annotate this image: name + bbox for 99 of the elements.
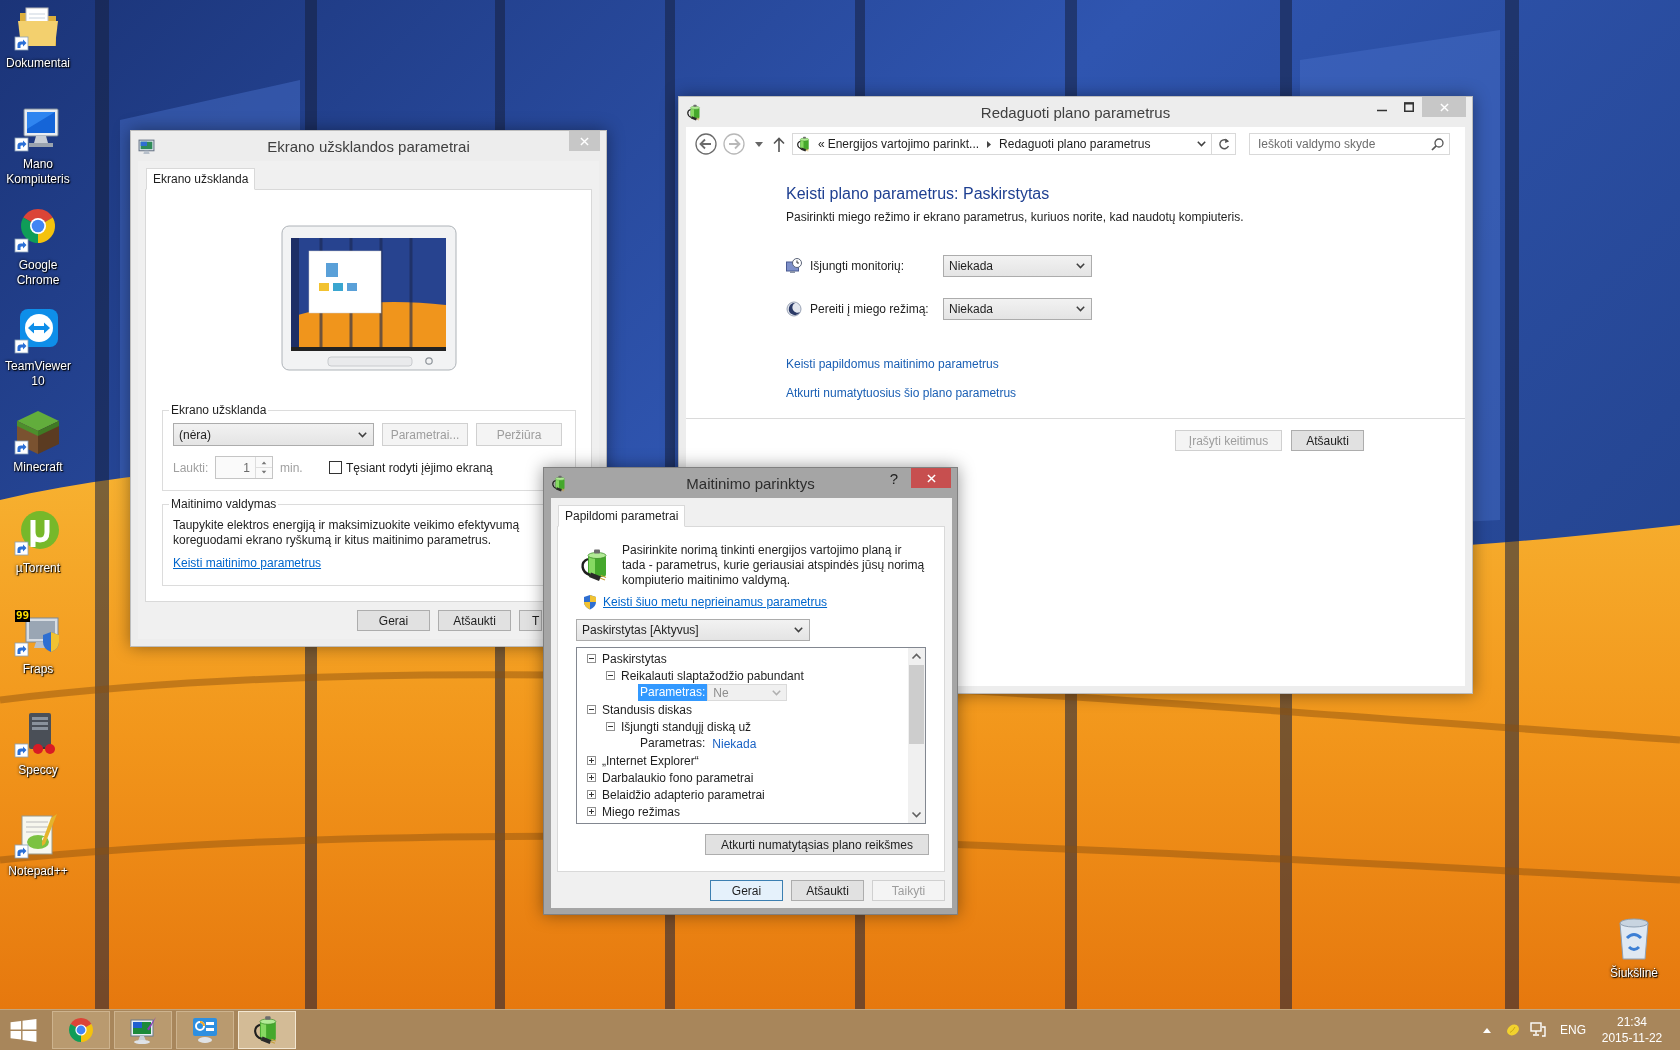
text-link[interactable]: Atkurti numatytuosius šio plano parametrus: [786, 386, 1017, 401]
window-title: Ekrano užsklandos parametrai: [267, 137, 470, 155]
refresh-icon: [1217, 138, 1230, 150]
breadcrumb-separator-icon[interactable]: [987, 140, 992, 148]
expand-icon[interactable]: [587, 773, 596, 782]
tree-item[interactable]: Belaidžio adapterio parametrai: [600, 786, 767, 803]
page-heading: Keisti plano parametrus: Paskirstytas: [786, 184, 1050, 204]
scrollbar-thumb[interactable]: [909, 665, 924, 744]
dialog-button[interactable]: Atšaukti: [1291, 430, 1364, 451]
desktop-shortcut[interactable]: Mano Kompiuteris: [1, 105, 75, 187]
tree-item[interactable]: Reikalauti slaptažodžio pabundant: [619, 667, 806, 684]
dropdown[interactable]: (nėra): [173, 423, 374, 446]
start-icon[interactable]: [10, 1018, 37, 1042]
tree-item[interactable]: „Internet Explorer“: [600, 752, 701, 769]
help-button[interactable]: ?: [887, 468, 900, 488]
refresh-button[interactable]: [1212, 133, 1236, 155]
shield-icon: [582, 594, 598, 610]
dropdown[interactable]: Paskirstytas [Aktyvus]: [576, 619, 810, 641]
chevron-down-icon: [358, 431, 367, 438]
tree-item[interactable]: Darbalaukio fono parametrai: [600, 769, 756, 786]
desktop-shortcut[interactable]: Minecraft: [13, 408, 63, 475]
window-title: Maitinimo parinktys: [686, 474, 815, 492]
grass-block-icon: [14, 408, 62, 456]
close-icon: [580, 136, 589, 146]
moon-icon: [786, 301, 802, 317]
battery-plug-icon: [551, 474, 568, 492]
battery-plug-icon: [796, 136, 812, 152]
chevron-down-icon: [1076, 263, 1085, 269]
close-icon: [1439, 102, 1449, 112]
setting-label: Išjungti monitorių:: [810, 259, 906, 273]
setting-label: Pereiti į miego režimą:: [810, 302, 930, 316]
text-link[interactable]: Keisti šiuo metu neprieinamus parametrus: [603, 594, 828, 610]
spin-arrows-icon: [255, 457, 272, 478]
close-icon: [926, 473, 936, 483]
close-button[interactable]: [911, 468, 951, 488]
tree-item[interactable]: Išjungti standųjį diską už: [619, 718, 754, 735]
window-title: Redaguoti plano parametrus: [980, 103, 1171, 121]
monitor-icon: [138, 137, 155, 155]
collapse-icon[interactable]: [587, 705, 596, 714]
description-text: Pasirinkti miego režimo ir ekrano parametrus, kuriuos norite, kad naudotų kompiuteris.: [786, 210, 1244, 225]
taskbar-button[interactable]: [114, 1011, 172, 1049]
address-bar[interactable]: « Energijos vartojimo parinkt... Redaguoti plano parametrus: [792, 133, 1212, 155]
desktop-shortcut[interactable]: TeamViewer 10: [1, 307, 75, 389]
up-arrow-icon[interactable]: [773, 136, 785, 152]
network-icon[interactable]: [1530, 1022, 1546, 1038]
desktop-shortcut[interactable]: Google Chrome: [1, 206, 75, 288]
maximize-icon[interactable]: [1404, 102, 1414, 112]
chevron-down-icon: [1076, 306, 1085, 312]
dialog-button[interactable]: Gerai: [710, 880, 783, 901]
collapse-icon[interactable]: [606, 722, 615, 731]
circle-logo-icon: [14, 509, 62, 557]
collapse-icon[interactable]: [606, 671, 615, 680]
dialog-button[interactable]: Gerai: [357, 610, 430, 631]
tree-item[interactable]: Paskirstytas: [600, 650, 669, 667]
dashboard-screen-icon: [190, 1015, 220, 1045]
collapse-icon[interactable]: [587, 654, 596, 663]
dropdown[interactable]: Niekada: [943, 255, 1092, 277]
breadcrumb-overflow[interactable]: «: [818, 137, 825, 151]
breadcrumb[interactable]: Energijos vartojimo parinkt...: [827, 137, 980, 151]
dialog-button[interactable]: Atšaukti: [791, 880, 864, 901]
history-caret-icon[interactable]: [755, 141, 763, 147]
desktop-shortcut[interactable]: Dokumentai: [6, 4, 70, 71]
monitor-icon: [14, 105, 62, 153]
monitor-clock-icon: [786, 258, 802, 274]
tab[interactable]: Papildomi parametrai: [558, 505, 686, 527]
expand-icon[interactable]: [587, 756, 596, 765]
dialog-button[interactable]: Atšaukti: [438, 610, 511, 631]
tree-item[interactable]: Standusis diskas: [600, 701, 695, 718]
search-icon[interactable]: [1431, 137, 1444, 151]
expand-icon[interactable]: [587, 790, 596, 799]
group-title: Ekrano užsklanda: [170, 403, 268, 417]
unit-label: min.: [280, 460, 304, 475]
battery-plug-icon: [686, 103, 703, 121]
checkbox-label[interactable]: Tęsiant rodyti įėjimo ekraną: [346, 460, 493, 475]
back-icon[interactable]: [695, 133, 717, 155]
chevron-down-icon: [794, 627, 803, 633]
dialog-button[interactable]: T: [519, 610, 542, 631]
tab[interactable]: Ekrano užsklanda: [146, 168, 256, 190]
chevron-down-icon: [772, 689, 782, 696]
field-label: Laukti:: [173, 460, 210, 475]
chevron-down-icon[interactable]: [1197, 141, 1206, 147]
desktop-shortcut[interactable]: 99 Fraps: [14, 610, 62, 677]
intro-text: Pasirinkite norimą tinkinti energijos vartojimo planą ir tada - parametrus, kurie geriausiai atspindės jūsų norimą kompiuterio maitinimo valdymą.: [622, 543, 926, 588]
segmented-circle-icon: [66, 1015, 96, 1045]
text-link[interactable]: Keisti maitinimo parametrus: [173, 556, 322, 571]
expand-icon[interactable]: [587, 807, 596, 816]
setting-label[interactable]: Parametras:: [638, 735, 708, 752]
checkbox[interactable]: [329, 461, 342, 474]
tree-item[interactable]: Miego režimas: [600, 803, 683, 820]
dropdown[interactable]: Niekada: [943, 298, 1092, 320]
description-text: Taupykite elektros energiją ir maksimizuokite veikimo efektyvumą koreguodami ekrano ryškumą ir kitus maitinimo parametrus.: [173, 518, 521, 548]
breadcrumb[interactable]: Redaguoti plano parametrus: [999, 137, 1151, 151]
group-title: Maitinimo valdymas: [170, 497, 278, 511]
chevron-up-icon[interactable]: [1483, 1027, 1491, 1033]
search-field[interactable]: Ieškoti valdymo skyde: [1249, 133, 1450, 155]
text-link[interactable]: Keisti papildomus maitinimo parametrus: [786, 357, 999, 372]
restore-button[interactable]: Atkurti numatytąsias plano reikšmes: [705, 834, 929, 855]
setting-value[interactable]: Niekada: [712, 736, 757, 751]
number-label: 99: [15, 610, 31, 622]
